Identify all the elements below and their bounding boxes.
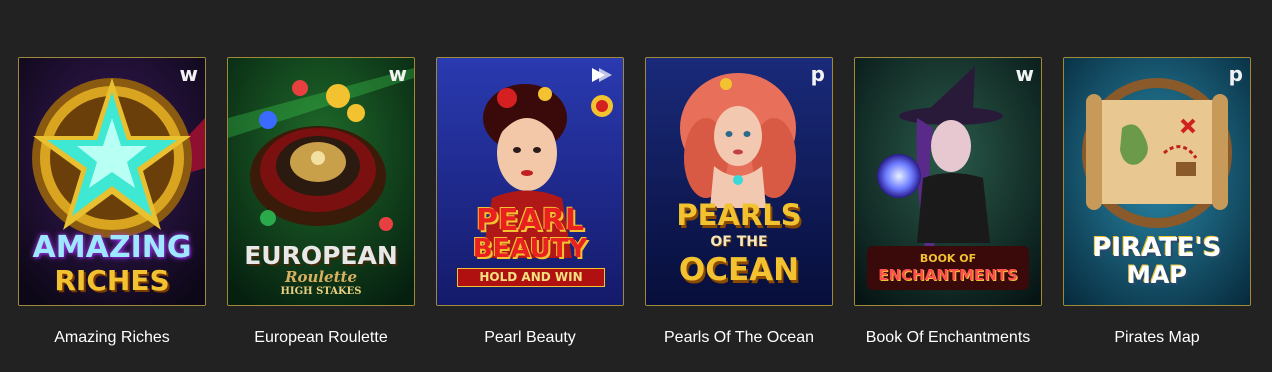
game-logo-line2: BEAUTY xyxy=(472,234,588,264)
game-logo-line2: RICHES xyxy=(54,264,170,297)
game-logo-line3: HOLD AND WIN xyxy=(457,268,605,287)
game-title[interactable]: Book Of Enchantments xyxy=(854,328,1042,348)
game-card[interactable]: PIRATE'S MAP p Pirates Map xyxy=(1063,57,1251,348)
game-thumbnail[interactable]: BOOK OF ENCHANTMENTS w xyxy=(854,57,1042,306)
game-title[interactable]: Pearls Of The Ocean xyxy=(645,328,833,348)
game-title[interactable]: European Roulette xyxy=(227,328,415,348)
game-logo-line2: OF THE xyxy=(710,234,768,250)
game-logo-line1: BOOK OF xyxy=(919,252,977,265)
game-thumbnail[interactable]: EUROPEAN Roulette HIGH STAKES w xyxy=(227,57,415,306)
game-thumbnail[interactable]: PEARLS OF THE OCEAN p xyxy=(645,57,833,306)
game-title[interactable]: Amazing Riches xyxy=(18,328,206,348)
provider-badge-icon: w xyxy=(1015,62,1034,86)
game-logo-line2: MAP xyxy=(1126,261,1188,289)
game-logo-line2: Roulette xyxy=(284,268,358,286)
game-card[interactable]: PEARL BEAUTY HOLD AND WIN Pearl Beauty xyxy=(436,57,624,348)
game-logo-line1: EUROPEAN xyxy=(244,241,398,270)
game-thumbnail[interactable]: PIRATE'S MAP p xyxy=(1063,57,1251,306)
game-logo-line1: PEARL xyxy=(476,203,584,238)
game-card[interactable]: AMAZING RICHES w Amazing Riches xyxy=(18,57,206,348)
game-thumbnail[interactable]: PEARL BEAUTY HOLD AND WIN xyxy=(436,57,624,306)
game-card[interactable]: BOOK OF ENCHANTMENTS w Book Of Enchantme… xyxy=(854,57,1042,348)
game-logo-line2: ENCHANTMENTS xyxy=(878,266,1018,284)
provider-badge-icon: w xyxy=(388,62,407,86)
game-card[interactable]: EUROPEAN Roulette HIGH STAKES w European… xyxy=(227,57,415,348)
game-logo-line3: OCEAN xyxy=(678,252,800,288)
provider-badge-icon: p xyxy=(1228,62,1243,86)
game-title[interactable]: Pirates Map xyxy=(1063,328,1251,348)
game-title[interactable]: Pearl Beauty xyxy=(436,328,624,348)
provider-badge-icon: p xyxy=(810,62,825,86)
game-logo-line1: PEARLS xyxy=(676,198,802,232)
game-logo-line1: PIRATE'S xyxy=(1092,233,1222,263)
game-logo-line3: HIGH STAKES xyxy=(280,286,362,297)
game-logo-line1: AMAZING xyxy=(32,230,192,265)
game-card[interactable]: PEARLS OF THE OCEAN p Pearls Of The Ocea… xyxy=(645,57,833,348)
provider-badge-icon: w xyxy=(179,62,198,86)
game-thumbnail[interactable]: AMAZING RICHES w xyxy=(18,57,206,306)
